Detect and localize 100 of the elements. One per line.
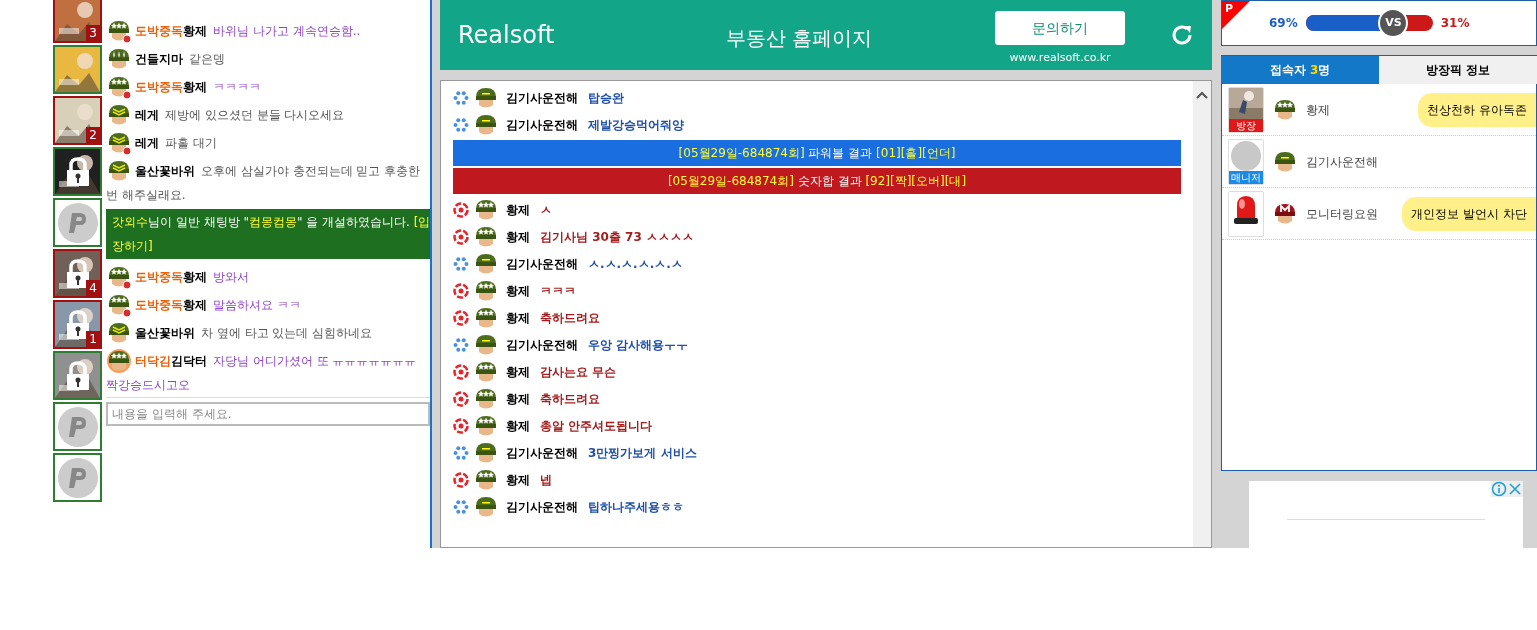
- snowflake-icon: [453, 336, 469, 353]
- chat-username[interactable]: 황제: [506, 362, 530, 381]
- chat-message: 번 해주실래요.: [106, 187, 187, 204]
- ad-url: www.realsoft.co.kr: [1009, 50, 1111, 67]
- result-bar: [05월29일-684874회] 숫자합 결과 [92][짝][오버][대]: [453, 168, 1181, 194]
- chat-username[interactable]: 레게: [135, 106, 159, 124]
- swirl-icon: [453, 363, 469, 380]
- left-percent: 69%: [1269, 15, 1298, 32]
- chat-message: 총알 안주셔도됩니다: [540, 417, 653, 435]
- thumbnail[interactable]: [53, 351, 102, 400]
- info-icon[interactable]: [1491, 481, 1507, 497]
- role-badge: 매니저: [1229, 170, 1263, 184]
- chat-username[interactable]: 레게: [135, 134, 159, 152]
- chat-username[interactable]: 김기사운전해: [506, 88, 578, 107]
- chat-message: 짝강승드시고오: [106, 377, 191, 394]
- chat-message: 말씀하셔요 ㅋㅋ: [213, 297, 301, 314]
- chat-username[interactable]: 황제: [506, 416, 530, 435]
- swirl-icon: [453, 309, 469, 326]
- chat-message: 제발강승먹어줘양: [588, 116, 684, 134]
- chat-message: ㅅ.ㅅ.ㅅ.ㅅ.ㅅ.ㅅ: [588, 255, 683, 273]
- chat-username[interactable]: 도박중독황제: [135, 22, 207, 40]
- count-badge: 3: [86, 25, 100, 41]
- chat-message: 넵: [540, 471, 552, 489]
- chat-username[interactable]: 도박중독황제: [135, 268, 207, 286]
- user-name[interactable]: 황제: [1306, 100, 1330, 119]
- placeholder-avatar[interactable]: [53, 402, 102, 451]
- chat-username[interactable]: 건들지마: [135, 50, 183, 68]
- chat-username[interactable]: 울산꽃바위: [135, 162, 195, 180]
- count-badge: 1: [86, 331, 100, 347]
- brand-logo: Realsoft: [458, 20, 556, 51]
- padlock-icon: [65, 259, 91, 289]
- chat-username[interactable]: 김기사운전해: [506, 497, 578, 516]
- placeholder-avatar[interactable]: [53, 453, 102, 502]
- thumbnail[interactable]: 2: [53, 96, 102, 145]
- placeholder-avatar: [1229, 139, 1263, 172]
- padlock-icon: [65, 361, 91, 391]
- chat-username[interactable]: 도박중독황제: [135, 78, 207, 96]
- chat-username[interactable]: 황제: [506, 200, 530, 219]
- chat-message: 같은뎅: [189, 51, 225, 68]
- scrollbar[interactable]: [1193, 81, 1211, 547]
- chat-username[interactable]: 울산꽃바위: [135, 324, 195, 342]
- scroll-up-icon[interactable]: [1196, 91, 1208, 99]
- message-input[interactable]: 내용을 입력해 주세요.: [106, 402, 430, 426]
- chat-username[interactable]: 황제: [506, 227, 530, 246]
- chat-message: 파홀 대기: [165, 135, 217, 152]
- swirl-icon: [453, 282, 469, 299]
- swirl-icon: [453, 390, 469, 407]
- chat-message: 팁하나주세용ㅎㅎ: [588, 498, 684, 516]
- chat-username[interactable]: 터닥김김닥터: [135, 352, 207, 370]
- snowflake-icon: [453, 255, 469, 272]
- speech-bubble: 천상천하 유아독존: [1418, 92, 1536, 127]
- ad-headline: 부동산 홈페이지: [724, 25, 874, 52]
- result-bar: [05월29일-684874회] 파워볼 결과 [01][홀][언더]: [453, 140, 1181, 166]
- swirl-icon: [453, 201, 469, 218]
- inquiry-button[interactable]: 문의하기: [995, 11, 1125, 46]
- p-logo-icon: [67, 414, 88, 439]
- placeholder-avatar[interactable]: [53, 198, 102, 247]
- chat-message: 탑승완: [588, 89, 624, 107]
- thumbnail[interactable]: 4: [53, 249, 102, 298]
- refresh-icon[interactable]: [1170, 23, 1194, 47]
- snowflake-icon: [453, 116, 469, 133]
- chat-username[interactable]: 김기사운전해: [506, 115, 578, 134]
- right-percent: 31%: [1440, 15, 1470, 32]
- chat-username[interactable]: 황제: [506, 389, 530, 408]
- speech-bubble: 개인정보 발언시 차단: [1402, 196, 1536, 231]
- close-icon[interactable]: [1507, 481, 1523, 497]
- swirl-icon: [453, 417, 469, 434]
- chat-message: 축하드려요: [540, 390, 600, 408]
- vs-badge: VS: [1378, 8, 1409, 38]
- thumbnail[interactable]: [53, 45, 102, 94]
- chat-message: ㅅ: [540, 201, 552, 219]
- chat-message: 오후에 삼실가야 충전되는데 믿고 후충한: [201, 163, 421, 180]
- tab[interactable]: 방장픽 정보: [1379, 55, 1537, 84]
- chat-username[interactable]: 김기사운전해: [506, 443, 578, 462]
- chat-username[interactable]: 황제: [506, 308, 530, 327]
- chat-message: 방와서: [213, 269, 249, 286]
- chat-message: 바위님 나가고 계속연승함..: [213, 23, 361, 40]
- chat-message: 차 옆에 타고 있는데 심힘하네요: [201, 325, 373, 342]
- thumbnail[interactable]: 1: [53, 300, 102, 349]
- chat-username[interactable]: 도박중독황제: [135, 296, 207, 314]
- chat-username[interactable]: 황제: [506, 470, 530, 489]
- thumbnail[interactable]: [53, 147, 102, 196]
- notice-banner: 갓외수님이 일반 채팅방 "컴몽컴몽" 을 개설하였습니다. [입장하기]: [106, 209, 430, 259]
- user-name[interactable]: 김기사운전해: [1306, 152, 1378, 171]
- thumbnail[interactable]: 3: [53, 0, 102, 43]
- user-name[interactable]: 모니터링요원: [1306, 204, 1378, 223]
- tab[interactable]: 접속자 3명: [1221, 55, 1379, 84]
- chat-message: 제방에 있으셨던 분들 다시오세요: [165, 107, 345, 124]
- p-badge: P: [1222, 1, 1250, 29]
- chat-message: 3만찡가보게 서비스: [588, 444, 697, 462]
- chat-username[interactable]: 황제: [506, 281, 530, 300]
- count-badge: 4: [86, 280, 100, 296]
- chat-username[interactable]: 김기사운전해: [506, 335, 578, 354]
- chat-message: 김기사님 30출 73 ㅅㅅㅅㅅ: [540, 228, 694, 246]
- swirl-icon: [453, 228, 469, 245]
- ad-banner[interactable]: Realsoft 부동산 홈페이지 문의하기 www.realsoft.co.kr: [440, 0, 1212, 70]
- chat-username[interactable]: 김기사운전해: [506, 254, 578, 273]
- chat-message: 감사는요 무슨: [540, 363, 617, 381]
- snowflake-icon: [453, 89, 469, 106]
- chat-message: 우앙 감사해용ㅜㅜ: [588, 336, 689, 354]
